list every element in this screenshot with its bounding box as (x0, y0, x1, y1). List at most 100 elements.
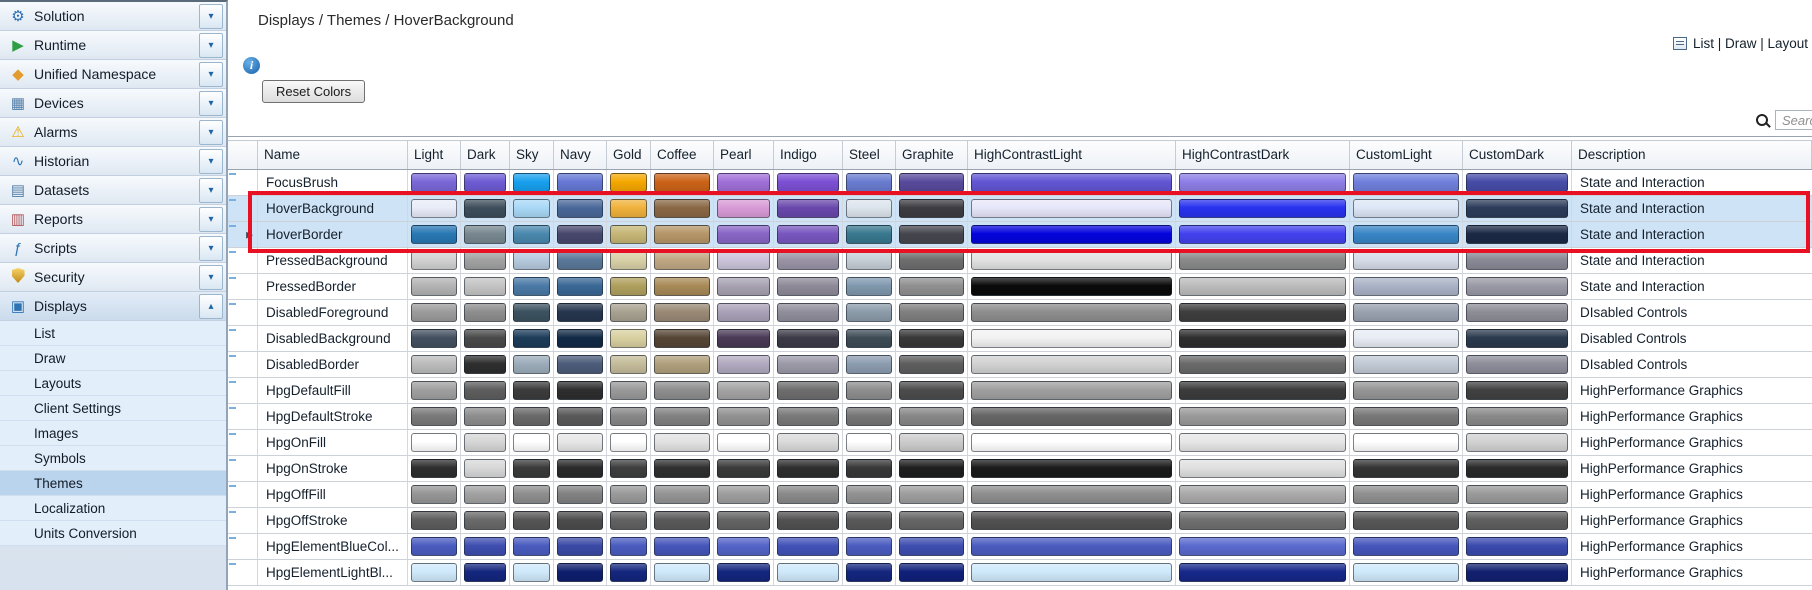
color-swatch[interactable] (971, 173, 1172, 192)
color-swatch[interactable] (654, 303, 710, 322)
column-header-coffee[interactable]: Coffee (651, 141, 714, 169)
color-swatch[interactable] (654, 485, 710, 504)
color-swatch[interactable] (513, 407, 550, 426)
color-swatch[interactable] (717, 485, 770, 504)
color-swatch[interactable] (464, 355, 506, 374)
sidebar-subitem-draw[interactable]: Draw (0, 346, 226, 371)
chevron-up-icon[interactable]: ▴ (199, 294, 223, 319)
column-header-navy[interactable]: Navy (554, 141, 607, 169)
sidebar-subitem-symbols[interactable]: Symbols (0, 446, 226, 471)
sidebar-subitem-layouts[interactable]: Layouts (0, 371, 226, 396)
color-swatch[interactable] (464, 225, 506, 244)
color-swatch[interactable] (411, 199, 457, 218)
color-swatch[interactable] (846, 329, 892, 348)
table-row-hpgdefaultfill[interactable]: HpgDefaultFillHighPerformance Graphics (228, 378, 1812, 404)
table-row-hpgonstroke[interactable]: HpgOnStrokeHighPerformance Graphics (228, 456, 1812, 482)
color-swatch[interactable] (846, 459, 892, 478)
column-header-graphite[interactable]: Graphite (896, 141, 968, 169)
color-swatch[interactable] (411, 225, 457, 244)
color-swatch[interactable] (1179, 433, 1346, 452)
color-swatch[interactable] (1466, 537, 1568, 556)
color-swatch[interactable] (717, 329, 770, 348)
table-row-hpgdefaultstroke[interactable]: HpgDefaultStrokeHighPerformance Graphics (228, 404, 1812, 430)
color-swatch[interactable] (1466, 485, 1568, 504)
color-swatch[interactable] (1466, 433, 1568, 452)
color-swatch[interactable] (411, 277, 457, 296)
color-swatch[interactable] (777, 511, 839, 530)
color-swatch[interactable] (1353, 329, 1459, 348)
search-input[interactable] (1775, 110, 1812, 130)
color-swatch[interactable] (899, 485, 964, 504)
color-swatch[interactable] (846, 381, 892, 400)
color-swatch[interactable] (846, 199, 892, 218)
color-swatch[interactable] (971, 407, 1172, 426)
color-swatch[interactable] (1466, 329, 1568, 348)
table-row-hoverborder[interactable]: ▶HoverBorderState and Interaction (228, 222, 1812, 248)
column-header-highcontrastlight[interactable]: HighContrastLight (968, 141, 1176, 169)
table-row-hpgelementlightbl[interactable]: HpgElementLightBl...HighPerformance Grap… (228, 560, 1812, 586)
chevron-down-icon[interactable]: ▾ (199, 62, 223, 87)
column-header-indigo[interactable]: Indigo (774, 141, 843, 169)
color-swatch[interactable] (1466, 459, 1568, 478)
table-row-hoverbackground[interactable]: HoverBackgroundState and Interaction (228, 196, 1812, 222)
color-swatch[interactable] (513, 563, 550, 582)
color-swatch[interactable] (1179, 277, 1346, 296)
color-swatch[interactable] (513, 173, 550, 192)
color-swatch[interactable] (846, 563, 892, 582)
table-row-hpgonfill[interactable]: HpgOnFillHighPerformance Graphics (228, 430, 1812, 456)
color-swatch[interactable] (464, 537, 506, 556)
color-swatch[interactable] (557, 537, 603, 556)
color-swatch[interactable] (777, 381, 839, 400)
color-swatch[interactable] (777, 537, 839, 556)
sidebar-item-scripts[interactable]: ƒScripts▾ (0, 234, 226, 263)
color-swatch[interactable] (1353, 511, 1459, 530)
color-swatch[interactable] (1353, 459, 1459, 478)
color-swatch[interactable] (411, 459, 457, 478)
color-swatch[interactable] (777, 225, 839, 244)
column-header-pearl[interactable]: Pearl (714, 141, 774, 169)
color-swatch[interactable] (411, 407, 457, 426)
color-swatch[interactable] (513, 329, 550, 348)
color-swatch[interactable] (610, 277, 647, 296)
color-swatch[interactable] (411, 173, 457, 192)
color-swatch[interactable] (971, 251, 1172, 270)
color-swatch[interactable] (971, 381, 1172, 400)
color-swatch[interactable] (411, 511, 457, 530)
color-swatch[interactable] (557, 199, 603, 218)
color-swatch[interactable] (557, 225, 603, 244)
color-swatch[interactable] (846, 303, 892, 322)
color-swatch[interactable] (464, 251, 506, 270)
color-swatch[interactable] (464, 511, 506, 530)
color-swatch[interactable] (899, 407, 964, 426)
color-swatch[interactable] (1179, 381, 1346, 400)
color-swatch[interactable] (557, 173, 603, 192)
color-swatch[interactable] (777, 563, 839, 582)
color-swatch[interactable] (654, 459, 710, 478)
color-swatch[interactable] (411, 329, 457, 348)
table-row-disabledborder[interactable]: DisabledBorderDIsabled Controls (228, 352, 1812, 378)
color-swatch[interactable] (654, 199, 710, 218)
color-swatch[interactable] (654, 407, 710, 426)
table-row-disabledforeground[interactable]: DisabledForegroundDIsabled Controls (228, 300, 1812, 326)
color-swatch[interactable] (717, 459, 770, 478)
color-swatch[interactable] (411, 485, 457, 504)
table-row-pressedbackground[interactable]: PressedBackgroundState and Interaction (228, 248, 1812, 274)
color-swatch[interactable] (717, 173, 770, 192)
color-swatch[interactable] (1353, 407, 1459, 426)
color-swatch[interactable] (971, 277, 1172, 296)
color-swatch[interactable] (1466, 511, 1568, 530)
color-swatch[interactable] (464, 485, 506, 504)
table-row-hpgelementbluecol[interactable]: HpgElementBlueCol...HighPerformance Grap… (228, 534, 1812, 560)
color-swatch[interactable] (1179, 251, 1346, 270)
color-swatch[interactable] (717, 511, 770, 530)
color-swatch[interactable] (1466, 355, 1568, 374)
color-swatch[interactable] (557, 303, 603, 322)
color-swatch[interactable] (464, 433, 506, 452)
sidebar-item-security[interactable]: Security▾ (0, 263, 226, 292)
color-swatch[interactable] (846, 277, 892, 296)
color-swatch[interactable] (846, 173, 892, 192)
color-swatch[interactable] (1353, 485, 1459, 504)
color-swatch[interactable] (846, 407, 892, 426)
sidebar-subitem-client-settings[interactable]: Client Settings (0, 396, 226, 421)
color-swatch[interactable] (899, 537, 964, 556)
